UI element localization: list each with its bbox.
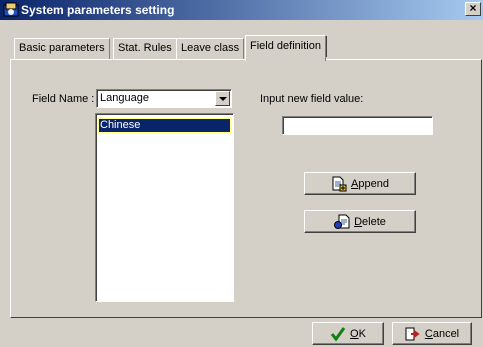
field-name-value: Language <box>100 92 149 104</box>
tab-label: Basic parameters <box>19 42 105 54</box>
field-name-select[interactable]: Language <box>96 89 232 108</box>
title-bar[interactable]: System parameters setting × <box>0 0 483 20</box>
checkmark-icon <box>330 326 346 342</box>
delete-button[interactable]: Delete <box>304 210 416 233</box>
append-document-icon <box>331 176 347 192</box>
delete-document-icon <box>334 214 350 230</box>
close-icon: × <box>469 1 477 15</box>
cancel-label: Cancel <box>424 327 460 340</box>
ok-label: OK <box>350 327 366 340</box>
tab-field-definition[interactable]: Field definition <box>245 35 327 61</box>
field-name-label: Field Name : <box>32 93 95 105</box>
app-icon <box>3 2 19 18</box>
field-values-list[interactable]: Chinese <box>95 113 234 302</box>
tab-label: Stat. Rules <box>118 42 172 54</box>
chevron-down-icon[interactable] <box>215 91 230 106</box>
append-label: Append <box>351 177 389 190</box>
window-title: System parameters setting <box>21 3 175 17</box>
close-button[interactable]: × <box>465 2 481 16</box>
append-button[interactable]: Append <box>304 172 416 195</box>
cancel-button[interactable]: Cancel <box>392 322 472 345</box>
ok-button[interactable]: OK <box>312 322 384 345</box>
tab-leave-class[interactable]: Leave class <box>176 38 245 59</box>
delete-label: Delete <box>354 215 386 228</box>
exit-arrow-icon <box>405 326 421 342</box>
new-value-input[interactable] <box>282 116 433 135</box>
new-value-label: Input new field value: <box>260 93 364 105</box>
list-item[interactable]: Chinese <box>98 118 231 133</box>
dialog-window: System parameters setting × Basic parame… <box>0 0 483 347</box>
tab-stat-rules[interactable]: Stat. Rules <box>113 38 177 59</box>
tab-label: Field definition <box>250 40 321 52</box>
tab-label: Leave class <box>181 42 240 54</box>
tab-basic-parameters[interactable]: Basic parameters <box>14 38 110 59</box>
